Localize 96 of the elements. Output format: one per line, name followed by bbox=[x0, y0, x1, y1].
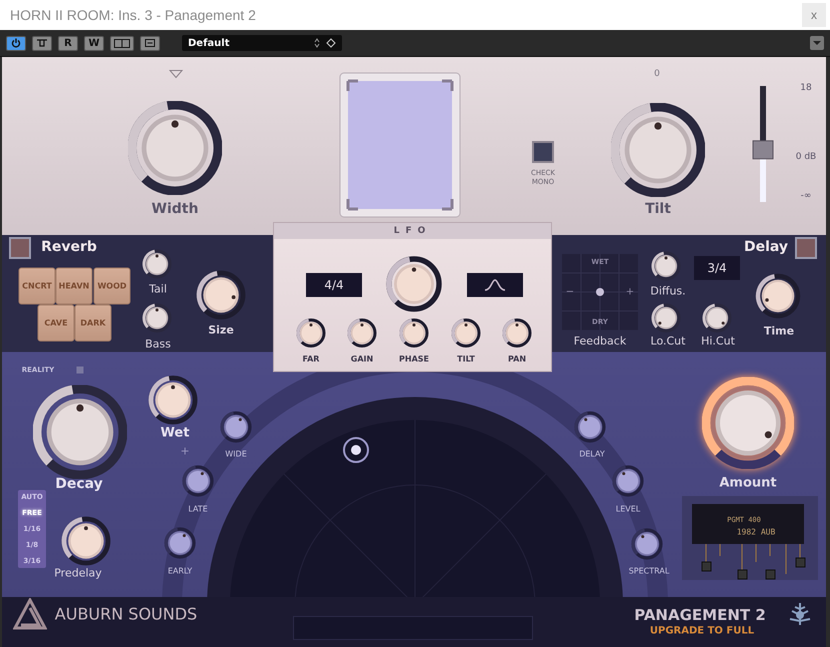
menu-button[interactable] bbox=[140, 36, 160, 50]
reverb-toggle[interactable] bbox=[9, 237, 31, 259]
section-title: Reverb bbox=[41, 239, 97, 255]
menu-icon bbox=[145, 39, 155, 47]
knob-label: Tail bbox=[149, 282, 167, 296]
knob[interactable] bbox=[629, 526, 665, 562]
knob-label: Time bbox=[764, 324, 794, 338]
knob-label: WIDE bbox=[225, 450, 247, 458]
reality-toggle[interactable] bbox=[76, 366, 84, 374]
knob-label: Diffus. bbox=[650, 284, 686, 298]
knob-label: EARLY bbox=[168, 566, 192, 576]
knob[interactable] bbox=[140, 301, 174, 335]
knob-label: GAIN bbox=[350, 354, 374, 364]
pad-label: − bbox=[566, 286, 574, 298]
fader-tick-label: -∞ bbox=[800, 191, 812, 201]
knob-label: Predelay bbox=[54, 566, 102, 580]
knob[interactable] bbox=[572, 409, 608, 445]
knob[interactable] bbox=[345, 316, 379, 350]
knob[interactable] bbox=[128, 101, 222, 195]
output-fader[interactable] bbox=[752, 86, 774, 202]
knob[interactable] bbox=[611, 103, 705, 197]
knob-label: Hi.Cut bbox=[701, 334, 735, 348]
knob-label: Amount bbox=[719, 476, 777, 490]
preset-tile[interactable]: CNCRT bbox=[18, 268, 56, 304]
power-icon bbox=[11, 38, 21, 48]
dropdown-icon[interactable] bbox=[810, 36, 824, 50]
knob-label: Bass bbox=[145, 338, 171, 350]
read-button[interactable]: R bbox=[58, 36, 78, 50]
knob-label: PHASE bbox=[399, 354, 429, 364]
fader-tick-label: 0 dB bbox=[796, 152, 816, 162]
product-name: PANAGEMENT 2 bbox=[634, 606, 766, 624]
knob[interactable] bbox=[754, 272, 802, 320]
knob[interactable] bbox=[147, 374, 199, 426]
knob[interactable] bbox=[195, 269, 247, 321]
logo-icon bbox=[13, 598, 47, 630]
knob[interactable] bbox=[33, 385, 127, 479]
preset-field[interactable]: Default bbox=[182, 35, 342, 51]
rate-display[interactable]: 4/4 bbox=[306, 273, 362, 297]
knob[interactable] bbox=[449, 316, 483, 350]
brand-name: AUBURN SOUNDS bbox=[54, 604, 198, 624]
knob-label: LEVEL bbox=[616, 504, 640, 514]
preset-tile[interactable]: WOOD bbox=[94, 268, 130, 304]
preset-tile[interactable]: DARK bbox=[74, 304, 112, 342]
shape-display[interactable] bbox=[467, 273, 523, 297]
power-button[interactable] bbox=[6, 36, 26, 50]
knob[interactable] bbox=[180, 463, 216, 499]
section-title: Delay bbox=[744, 239, 788, 255]
preset-tile[interactable]: HEAVN bbox=[56, 268, 92, 304]
knob-label: Size bbox=[208, 324, 234, 336]
stepper-icon[interactable] bbox=[312, 37, 338, 49]
knob-label: TILT bbox=[457, 354, 475, 364]
pad-label: + bbox=[626, 286, 634, 298]
knob[interactable] bbox=[700, 301, 734, 335]
triangle-icon bbox=[169, 70, 183, 78]
monitor-icon bbox=[36, 39, 48, 47]
window-title: HORN II ROOM: Ins. 3 - Panagement 2 bbox=[10, 7, 256, 23]
lfo-header: LFO bbox=[274, 223, 551, 239]
knob-label: Tilt bbox=[645, 201, 671, 217]
knob-label: FAR bbox=[302, 354, 320, 364]
knob[interactable] bbox=[385, 255, 443, 313]
chip-label: 1982 AUB bbox=[736, 528, 776, 536]
compare-icon bbox=[114, 38, 130, 48]
knob-label: Feedback bbox=[574, 334, 626, 348]
knob[interactable] bbox=[162, 525, 198, 561]
bell-curve-icon bbox=[484, 279, 506, 291]
monitor-button[interactable] bbox=[32, 36, 52, 50]
plus-label: + bbox=[180, 444, 190, 458]
compare-button[interactable] bbox=[110, 36, 134, 50]
knob-label: Wet bbox=[160, 426, 190, 440]
knob[interactable] bbox=[702, 377, 794, 469]
upgrade-link[interactable]: UPGRADE TO FULL bbox=[650, 626, 754, 636]
feedback-pad[interactable] bbox=[562, 254, 638, 330]
knob[interactable] bbox=[649, 249, 683, 283]
knob-label: Decay bbox=[55, 476, 103, 492]
knob[interactable] bbox=[294, 316, 328, 350]
delay-toggle[interactable] bbox=[795, 237, 817, 259]
knob-label: DELAY bbox=[579, 450, 605, 458]
knob[interactable] bbox=[649, 301, 683, 335]
write-button[interactable]: W bbox=[84, 36, 104, 50]
knob-label: PAN bbox=[508, 354, 526, 364]
knob-label: Width bbox=[152, 201, 198, 217]
knob-label: LATE bbox=[188, 504, 208, 514]
knob[interactable] bbox=[60, 515, 112, 567]
knob[interactable] bbox=[397, 316, 431, 350]
knob-label: Lo.Cut bbox=[650, 334, 686, 348]
check-mono-button[interactable] bbox=[532, 141, 554, 163]
knob[interactable] bbox=[140, 247, 174, 281]
knob[interactable] bbox=[500, 316, 534, 350]
time-display[interactable]: 3/4 bbox=[694, 256, 740, 280]
preset-tile[interactable]: CAVE bbox=[38, 304, 74, 342]
scale-label: 0 bbox=[654, 69, 660, 79]
close-button[interactable]: x bbox=[802, 3, 826, 27]
knob[interactable] bbox=[610, 463, 646, 499]
fader-tick-label: 18 bbox=[800, 83, 812, 93]
knob-label: SPECTRAL bbox=[628, 566, 670, 576]
knob[interactable] bbox=[218, 409, 254, 445]
